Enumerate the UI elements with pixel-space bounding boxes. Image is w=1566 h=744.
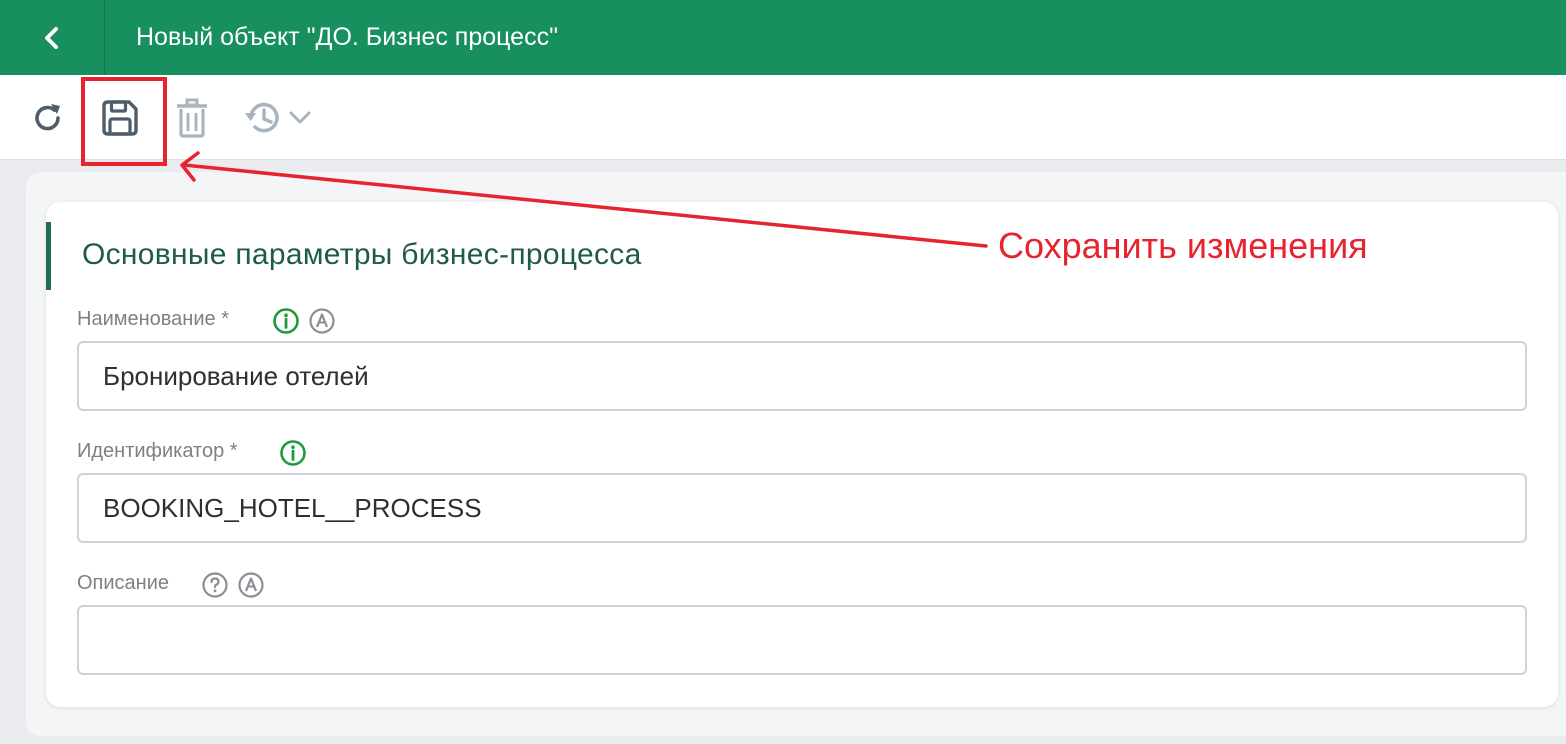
auto-a-icon[interactable] <box>308 307 336 335</box>
identifier-field-label: Идентификатор * <box>77 440 238 462</box>
floppy-disk-icon <box>102 100 138 136</box>
history-icon <box>245 102 279 133</box>
save-button[interactable] <box>96 93 144 143</box>
refresh-icon <box>35 104 60 131</box>
auto-a-icon[interactable] <box>237 571 265 599</box>
name-input[interactable] <box>77 341 1527 411</box>
delete-button[interactable] <box>170 95 214 141</box>
description-input[interactable] <box>77 605 1527 675</box>
toolbar <box>0 75 1566 160</box>
info-icon[interactable] <box>272 307 300 335</box>
name-field-label: Наименование * <box>77 308 229 330</box>
section-accent-bar <box>46 222 51 290</box>
back-button[interactable] <box>0 0 104 75</box>
page-title: Новый объект "ДО. Бизнес процесс" <box>136 23 558 51</box>
description-field-label: Описание <box>77 572 170 594</box>
history-button[interactable] <box>236 95 318 141</box>
section-title: Основные параметры бизнес-процесса <box>82 238 642 271</box>
help-icon[interactable] <box>201 571 229 599</box>
header-divider <box>104 0 105 75</box>
chevron-down-icon <box>289 111 311 124</box>
identifier-input[interactable] <box>77 473 1527 543</box>
refresh-button[interactable] <box>24 95 72 141</box>
app-header: Новый объект "ДО. Бизнес процесс" <box>0 0 1566 75</box>
info-icon[interactable] <box>279 439 307 467</box>
chevron-left-icon <box>45 26 58 49</box>
annotation-text: Сохранить изменения <box>998 225 1368 266</box>
trash-icon <box>177 98 207 138</box>
